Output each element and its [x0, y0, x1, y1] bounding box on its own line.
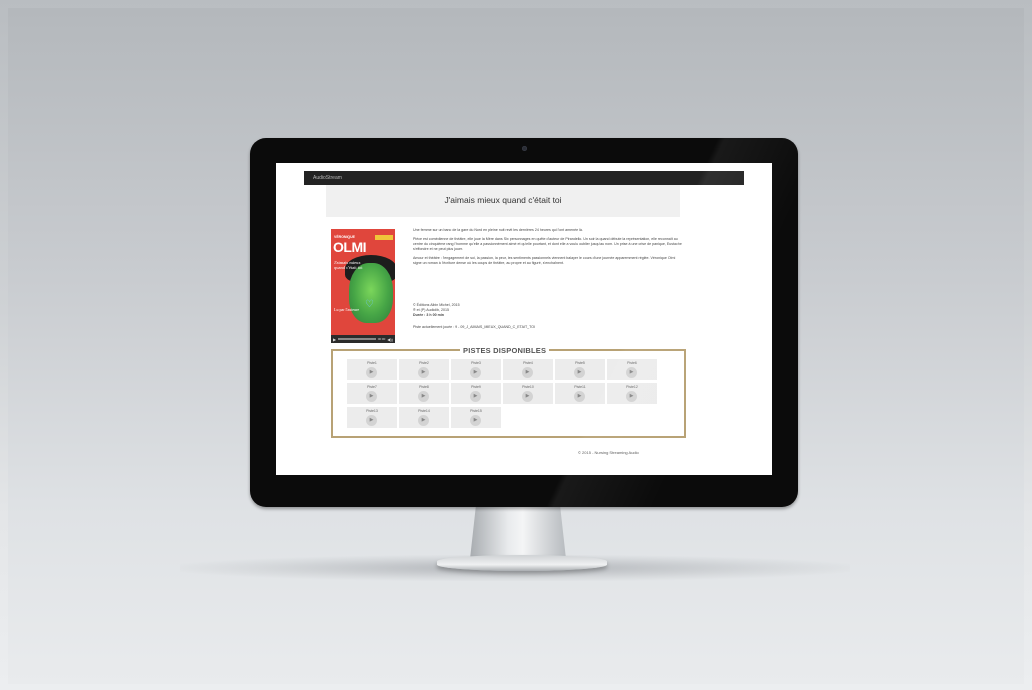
track-label: Piste1	[367, 361, 377, 365]
track-play-icon[interactable]: ▶	[574, 367, 585, 378]
description-paragraph: Une femme sur un banc de la gare du Nord…	[413, 228, 583, 232]
track-tile[interactable]: Piste10 ▶	[503, 383, 553, 404]
track-label: Piste15	[470, 409, 482, 413]
description-paragraph: Pièce est comédienne de théâtre, elle jo…	[413, 237, 682, 251]
track-tile[interactable]: Piste11 ▶	[555, 383, 605, 404]
play-icon[interactable]: ▶	[333, 337, 336, 342]
tracks-panel: PISTES DISPONIBLES Piste1 ▶ Piste2 ▶ Piste3 ▶…	[331, 346, 686, 438]
track-tile[interactable]: Piste12 ▶	[607, 383, 657, 404]
track-tile[interactable]: Piste6 ▶	[607, 359, 657, 380]
monitor-stand-neck	[470, 507, 566, 559]
tracks-heading: PISTES DISPONIBLES	[460, 346, 550, 355]
description-paragraph: Amour et théâtre : l'engagement de soi, …	[413, 256, 676, 265]
track-play-icon[interactable]: ▶	[626, 367, 637, 378]
track-play-icon[interactable]: ▶	[366, 415, 377, 426]
track-play-icon[interactable]: ▶	[522, 367, 533, 378]
monitor: AudioStream J'aimais mieux quand c'était…	[250, 138, 798, 507]
cover-badge	[375, 235, 393, 240]
track-play-icon[interactable]: ▶	[366, 391, 377, 402]
track-label: Piste11	[574, 385, 586, 389]
now-playing-text: Piste actuellement jouée : 9 - 09_J_AIMA…	[413, 325, 536, 329]
monitor-stand-base	[437, 555, 607, 571]
track-tile[interactable]: Piste14 ▶	[399, 407, 449, 428]
track-label: Piste2	[419, 361, 429, 365]
track-label: Piste6	[627, 361, 637, 365]
track-play-icon[interactable]: ▶	[418, 391, 429, 402]
cover-author-lastname: OLMI	[333, 239, 367, 255]
track-label: Piste9	[471, 385, 481, 389]
track-label: Piste12	[626, 385, 638, 389]
track-play-icon[interactable]: ▶	[418, 367, 429, 378]
heart-icon: ♡	[365, 299, 374, 310]
track-label: Piste4	[523, 361, 533, 365]
track-tile[interactable]: Piste5 ▶	[555, 359, 605, 380]
track-play-icon[interactable]: ▶	[418, 415, 429, 426]
track-tile[interactable]: Piste3 ▶	[451, 359, 501, 380]
tracks-grid: Piste1 ▶ Piste2 ▶ Piste3 ▶ Piste4 ▶ Piste5 ▶ Piste…	[347, 359, 657, 428]
track-tile[interactable]: Piste7 ▶	[347, 383, 397, 404]
track-tile[interactable]: Piste13 ▶	[347, 407, 397, 428]
audio-player: ▶ 00:00 ◀))	[331, 335, 395, 343]
meta-duration: Durée : 3 h 00 min	[413, 313, 444, 317]
track-label: Piste3	[471, 361, 481, 365]
track-label: Piste14	[418, 409, 430, 413]
track-play-icon[interactable]: ▶	[626, 391, 637, 402]
camera-icon	[522, 146, 527, 151]
book-meta: © Éditions Albin Michel, 2015 ® et (P) A…	[413, 303, 683, 318]
player-progress-bar[interactable]	[338, 338, 376, 340]
track-label: Piste10	[522, 385, 534, 389]
track-play-icon[interactable]: ▶	[522, 391, 533, 402]
book-cover: VÉRONIQUE OLMI J'aimais mieux quand c'ét…	[331, 229, 395, 343]
track-tile[interactable]: Piste2 ▶	[399, 359, 449, 380]
track-tile[interactable]: Piste1 ▶	[347, 359, 397, 380]
player-time: 00:00	[377, 337, 386, 341]
track-tile[interactable]: Piste15 ▶	[451, 407, 501, 428]
page-title: J'aimais mieux quand c'était toi	[444, 195, 562, 205]
book-description: Une femme sur un banc de la gare du Nord…	[413, 228, 683, 270]
volume-icon[interactable]: ◀))	[387, 337, 393, 342]
track-play-icon[interactable]: ▶	[470, 367, 481, 378]
track-play-icon[interactable]: ▶	[366, 367, 377, 378]
cover-read-by: Lu par l'auteure	[334, 307, 360, 312]
track-tile[interactable]: Piste9 ▶	[451, 383, 501, 404]
track-label: Piste7	[367, 385, 377, 389]
cover-face	[349, 263, 393, 323]
track-play-icon[interactable]: ▶	[574, 391, 585, 402]
site-brand-link[interactable]: AudioStream	[313, 175, 342, 181]
track-play-icon[interactable]: ▶	[470, 391, 481, 402]
track-label: Piste5	[575, 361, 585, 365]
track-play-icon[interactable]: ▶	[470, 415, 481, 426]
title-band: J'aimais mieux quand c'était toi	[326, 185, 680, 217]
track-tile[interactable]: Piste4 ▶	[503, 359, 553, 380]
screen: AudioStream J'aimais mieux quand c'était…	[276, 163, 772, 475]
cover-book-title: J'aimais mieux quand c'était toi	[334, 260, 363, 270]
track-label: Piste8	[419, 385, 429, 389]
footer-copyright: © 2015 - Nursing Streaming Audio	[578, 450, 639, 455]
track-tile[interactable]: Piste8 ▶	[399, 383, 449, 404]
top-nav-bar: AudioStream	[304, 171, 744, 185]
track-label: Piste13	[366, 409, 378, 413]
